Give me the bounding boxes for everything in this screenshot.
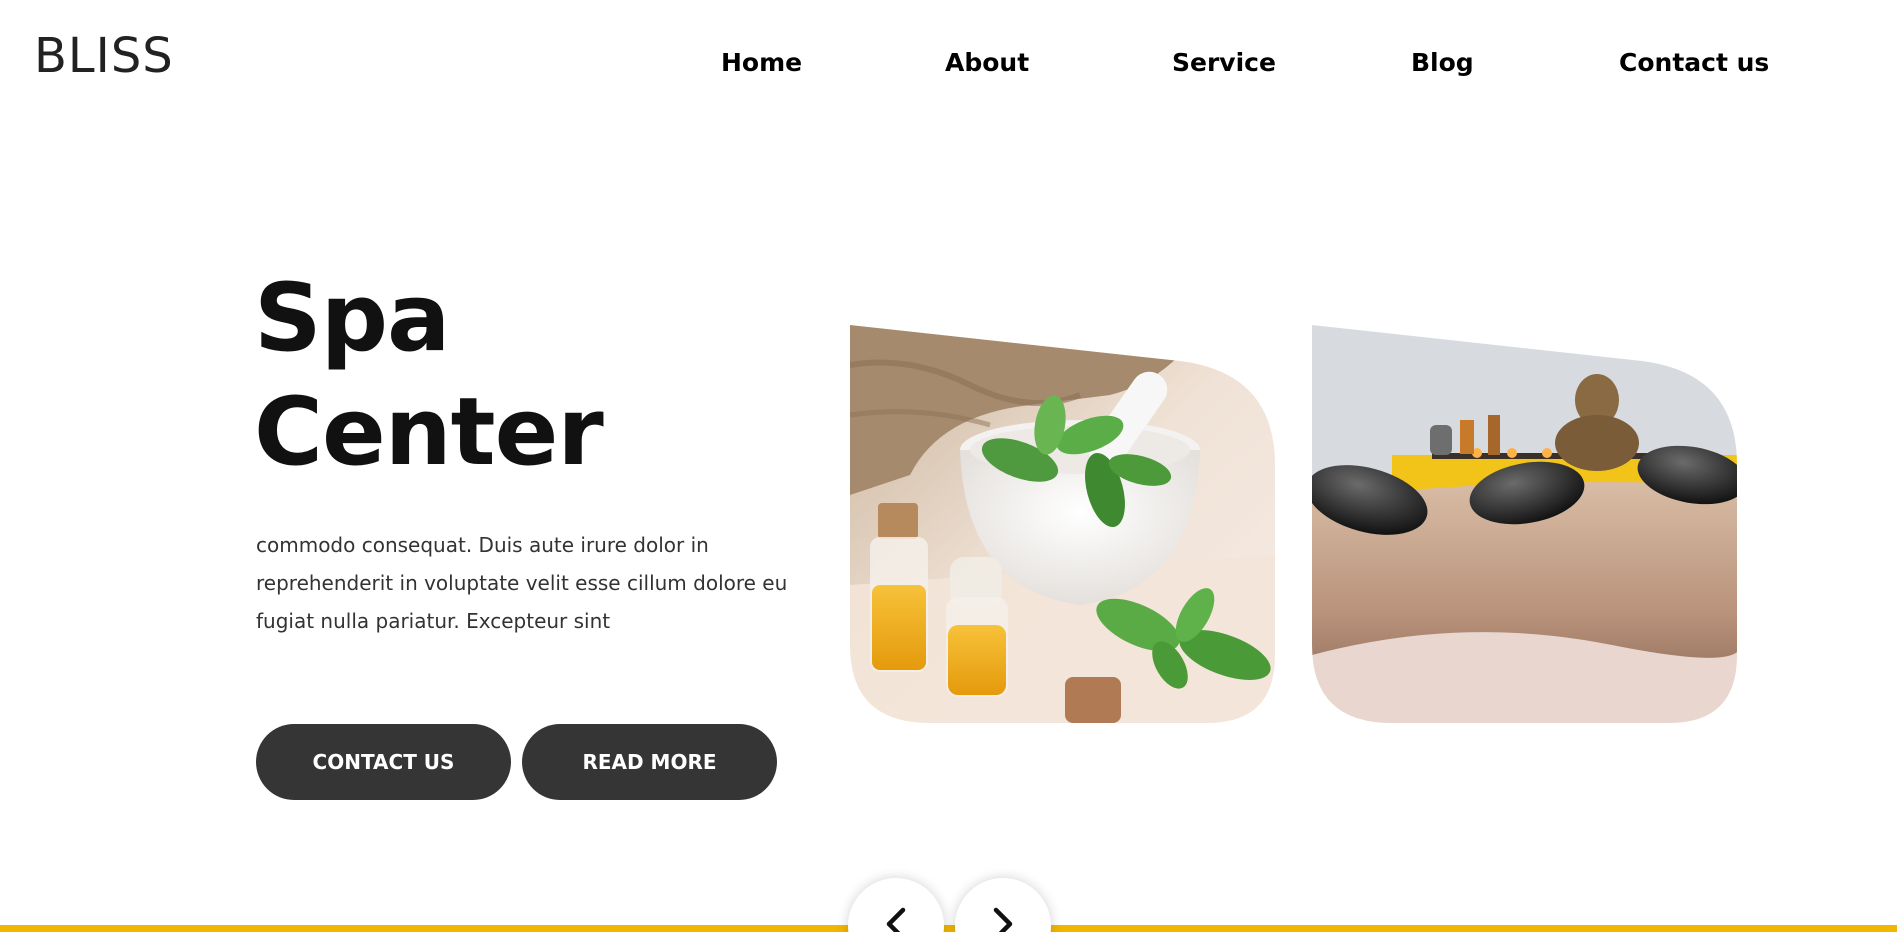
read-more-button[interactable]: READ MORE (522, 724, 777, 800)
accent-divider (0, 925, 1897, 932)
slider-next-button[interactable] (955, 878, 1051, 932)
hero-title: Spa Center (254, 262, 604, 490)
nav-contact[interactable]: Contact us (1619, 48, 1769, 77)
nav-blog[interactable]: Blog (1411, 48, 1474, 77)
spa-image-herbs (850, 325, 1275, 723)
hero-title-line-2: Center (254, 378, 604, 487)
nav-about[interactable]: About (945, 48, 1029, 77)
logo[interactable]: BLISS (34, 28, 174, 84)
contact-us-button[interactable]: CONTACT US (256, 724, 511, 800)
hero-title-line-1: Spa (254, 264, 450, 373)
slider-prev-button[interactable] (848, 878, 944, 932)
chevron-left-icon (881, 904, 911, 932)
spa-image-stones (1312, 325, 1737, 723)
nav-home[interactable]: Home (721, 48, 802, 77)
chevron-right-icon (988, 904, 1018, 932)
nav-service[interactable]: Service (1172, 48, 1276, 77)
page: BLISS Home About Service Blog Contact us… (0, 0, 1897, 932)
hero-description: commodo consequat. Duis aute irure dolor… (256, 533, 788, 633)
